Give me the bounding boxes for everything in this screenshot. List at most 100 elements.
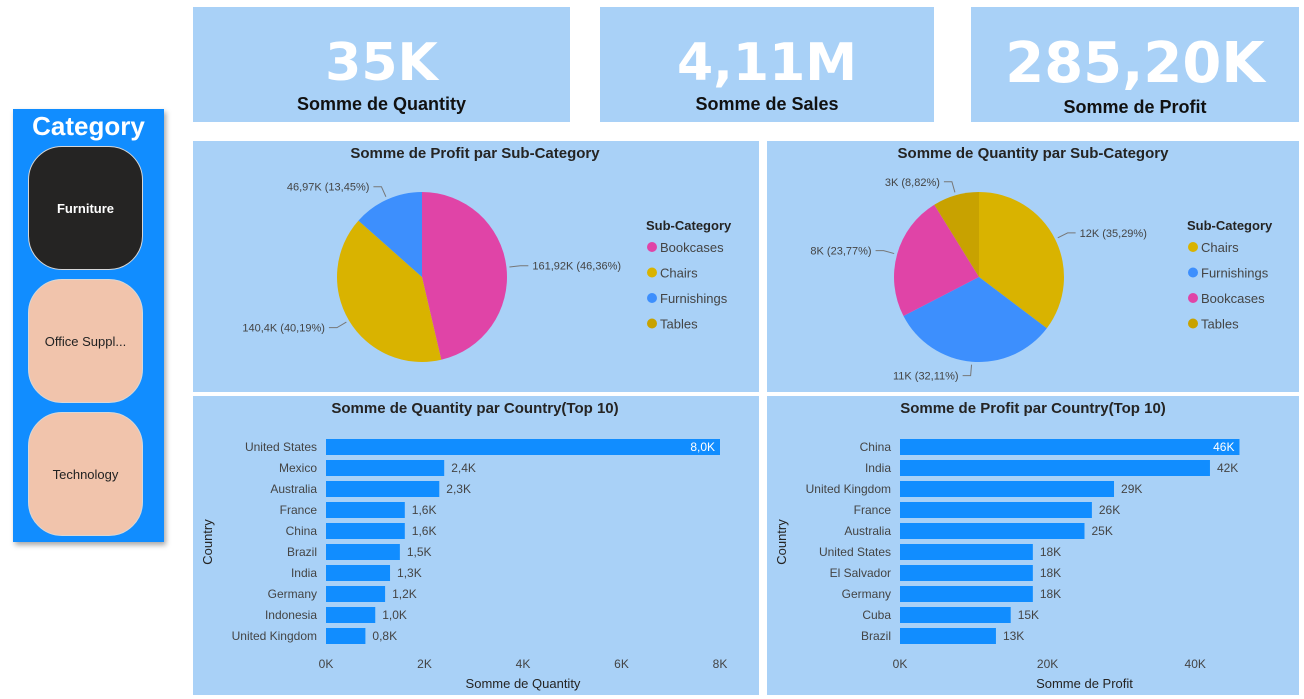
slicer-item-furniture[interactable]: Furniture — [28, 146, 143, 270]
category-label: Brazil — [861, 629, 891, 643]
leader-line — [328, 321, 347, 329]
profit-bar-panel: Somme de Profit par Country(Top 10) China… — [767, 396, 1299, 695]
legend-item: Chairs — [660, 266, 698, 281]
bar — [900, 481, 1115, 497]
data-label: 11K (32,11%) — [893, 371, 959, 383]
x-tick-label: 2K — [417, 657, 432, 671]
chart-title: Somme de Profit par Country(Top 10) — [900, 400, 1166, 417]
bar — [900, 460, 1210, 476]
data-label: 13K — [1003, 629, 1024, 643]
bar — [900, 628, 996, 644]
legend-item: Chairs — [1201, 240, 1239, 255]
data-label: 0,8K — [372, 629, 397, 643]
quantity-pie-panel: Somme de Quantity par Sub-Category 12K (3… — [767, 141, 1299, 392]
data-label: 46,97K (13,45%) — [287, 182, 370, 194]
legend-marker — [647, 293, 657, 303]
x-tick-label: 8K — [713, 657, 728, 671]
bar — [900, 502, 1092, 518]
data-label: 8K (23,77%) — [810, 246, 871, 258]
kpi-value: 285,20K — [1005, 31, 1265, 96]
data-label: 1,3K — [397, 566, 422, 580]
data-label: 1,6K — [412, 524, 437, 538]
bar — [900, 565, 1033, 581]
bar — [326, 544, 400, 560]
x-tick-label: 0K — [319, 657, 334, 671]
x-tick-label: 0K — [893, 657, 908, 671]
data-label: 18K — [1040, 545, 1061, 559]
category-label: Germany — [842, 587, 891, 601]
bar — [900, 607, 1011, 623]
kpi-card-sales: 4,11M Somme de Sales — [600, 7, 934, 122]
bar — [326, 502, 405, 518]
leader-line — [1057, 232, 1076, 239]
category-slicer: Category Furniture Office Suppl... Techn… — [13, 109, 164, 542]
category-label: Australia — [844, 524, 891, 538]
legend-item: Furnishings — [660, 291, 728, 306]
slicer-item-office-supplies[interactable]: Office Suppl... — [28, 279, 143, 403]
bar — [900, 586, 1033, 602]
x-axis-title: Somme de Profit — [1036, 676, 1133, 691]
kpi-label: Somme de Quantity — [296, 94, 467, 114]
category-label: Cuba — [862, 608, 891, 622]
bar — [326, 628, 366, 644]
bar — [326, 565, 391, 581]
leader-line — [373, 186, 387, 197]
data-label: 1,0K — [382, 608, 407, 622]
slicer-item-technology[interactable]: Technology — [28, 412, 143, 536]
kpi-value: 35K — [325, 33, 438, 93]
data-label: 18K — [1040, 587, 1061, 601]
data-label: 18K — [1040, 566, 1061, 580]
legend-item: Tables — [660, 317, 698, 332]
legend-item: Furnishings — [1201, 266, 1269, 281]
leader-line — [509, 265, 529, 268]
quantity-bar-panel: Somme de Quantity par Country(Top 10) Uni… — [193, 396, 759, 695]
category-label: China — [860, 440, 892, 454]
chart-title: Somme de Quantity par Country(Top 10) — [331, 400, 618, 417]
legend-title: Sub-Category — [646, 218, 732, 233]
data-label: 3K (8,82%) — [885, 177, 940, 189]
category-label: France — [280, 503, 318, 517]
legend-marker — [1188, 318, 1198, 329]
data-label: 2,3K — [446, 482, 471, 496]
bar — [326, 481, 440, 497]
y-axis-title: Country — [200, 519, 215, 565]
bar — [900, 544, 1033, 560]
leader-line — [875, 250, 895, 255]
kpi-value: 4,11M — [676, 33, 858, 93]
category-label: United States — [819, 545, 891, 559]
data-label: 1,5K — [407, 545, 432, 559]
bar — [326, 460, 445, 476]
profit-pie-chart: Somme de Profit par Sub-Category 161,92K … — [242, 145, 732, 362]
legend-marker — [647, 242, 657, 252]
bar — [900, 439, 1240, 455]
data-label: 15K — [1018, 608, 1039, 622]
chart-title: Somme de Quantity par Sub-Category — [898, 145, 1170, 162]
category-label: Germany — [268, 587, 317, 601]
category-label: Indonesia — [265, 608, 317, 622]
chart-title: Somme de Profit par Sub-Category — [350, 145, 600, 162]
category-label: India — [865, 461, 891, 475]
bar — [900, 523, 1085, 539]
legend-marker — [647, 318, 657, 329]
leader-line — [962, 364, 973, 377]
category-label: Brazil — [287, 545, 317, 559]
data-label: 12K (35,29%) — [1080, 228, 1147, 240]
kpi-card-profit: 285,20K Somme de Profit — [971, 7, 1299, 122]
data-label: 46K — [1213, 440, 1234, 454]
category-label: United Kingdom — [806, 482, 891, 496]
quantity-bar-chart: Somme de Quantity par Country(Top 10) Uni… — [200, 400, 728, 691]
data-label: 25K — [1092, 524, 1113, 538]
category-label: China — [286, 524, 318, 538]
data-label: 1,2K — [392, 587, 417, 601]
legend-marker — [1188, 293, 1198, 303]
data-label: 1,6K — [412, 503, 437, 517]
x-tick-label: 40K — [1185, 657, 1206, 671]
legend-title: Sub-Category — [1187, 218, 1273, 233]
bar — [326, 586, 386, 602]
category-label: India — [291, 566, 317, 580]
kpi-label: Somme de Profit — [1063, 97, 1207, 117]
legend-marker — [647, 267, 657, 278]
legend-item: Bookcases — [660, 240, 724, 255]
category-label: United States — [245, 440, 317, 454]
legend-marker — [1188, 267, 1198, 278]
